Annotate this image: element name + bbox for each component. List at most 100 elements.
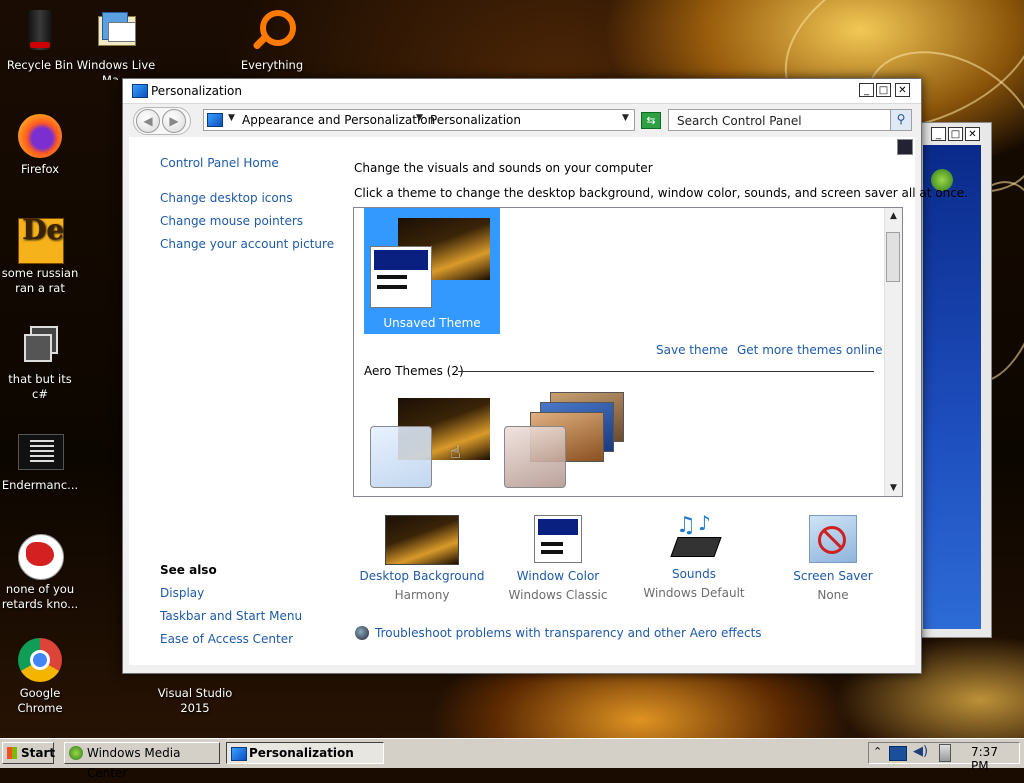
theme-list-scrollbar[interactable]: ▲ ▼ — [884, 208, 902, 496]
firefox-icon — [16, 112, 64, 160]
troubleshoot-link[interactable]: Troubleshoot problems with transparency … — [375, 626, 762, 640]
volume-icon[interactable]: ◀) — [913, 744, 928, 759]
sidebar-change-mouse-pointers[interactable]: Change mouse pointers — [160, 214, 303, 228]
desktop-icon-label: Visual Studio 2015 — [157, 686, 233, 715]
category-value: Windows Default — [643, 586, 745, 600]
close-button[interactable]: ✕ — [965, 127, 980, 141]
sidebar-change-account-picture[interactable]: Change your account picture — [160, 237, 334, 251]
category-name[interactable]: Sounds — [629, 567, 759, 581]
address-bar[interactable]: ▼ Appearance and Personalization ▼ Perso… — [203, 109, 635, 131]
navigation-bar: ◀ ▶ ▼ Appearance and Personalization ▼ P… — [123, 104, 921, 136]
window-content: Control Panel Home Change desktop icons … — [129, 137, 968, 665]
window-titlebar[interactable]: Personalization _ □ ✕ — [123, 79, 921, 104]
media-center-content[interactable] — [923, 145, 981, 629]
close-button[interactable]: ✕ — [895, 83, 910, 97]
aero-divider — [458, 371, 874, 372]
desktop-icon-everything[interactable]: Everything — [232, 8, 312, 73]
clock[interactable]: 7:37 PM — [971, 745, 1019, 773]
desktop-icon-that-but-its-csharp[interactable]: that but its c# — [0, 322, 80, 402]
address-dropdown-icon[interactable]: ▼ — [622, 113, 629, 123]
mouse-cursor-icon: ☝ — [450, 442, 461, 463]
control-panel-icon — [231, 747, 247, 761]
category-sounds[interactable]: ♫ ♪ Sounds Windows Default — [629, 511, 759, 600]
category-name[interactable]: Window Color — [493, 569, 623, 583]
desktop-icon-visual-studio[interactable]: Visual Studio 2015 — [155, 686, 235, 716]
minimize-button[interactable]: _ — [859, 83, 874, 97]
theme-item-unsaved[interactable]: Unsaved Theme — [364, 208, 500, 334]
scroll-down-icon[interactable]: ▼ — [885, 480, 902, 496]
start-label: Start — [21, 746, 56, 760]
see-also-display[interactable]: Display — [160, 586, 204, 600]
search-placeholder: Search Control Panel — [677, 114, 802, 128]
search-icon[interactable]: ⚲ — [890, 110, 911, 130]
maximize-button[interactable]: □ — [876, 83, 891, 97]
breadcrumb-appearance[interactable]: Appearance and Personalization — [242, 113, 435, 127]
battery-icon[interactable] — [939, 744, 951, 762]
windows-flag-icon — [7, 747, 17, 759]
theme-item-windows-7[interactable]: ☝ — [368, 396, 492, 496]
save-theme-link[interactable]: Save theme — [656, 343, 728, 357]
taskbar-button-personalization[interactable]: Personalization — [226, 742, 384, 764]
category-value: None — [817, 588, 849, 602]
breadcrumb-arrow-icon[interactable]: ▼ — [416, 113, 423, 123]
desktop-icon-none-of-you[interactable]: none of you retards kno... — [0, 532, 80, 612]
desktop-icon-label: Firefox — [20, 162, 60, 176]
breadcrumb-personalization[interactable]: Personalization — [430, 113, 521, 127]
troubleshoot-icon — [355, 626, 369, 640]
recycle-bin-icon — [16, 8, 64, 56]
scroll-up-icon[interactable]: ▲ — [885, 208, 902, 224]
desktop-icon-label: some russian ran a rat — [1, 266, 79, 295]
aero-glass-preview — [370, 426, 432, 488]
sidebar-change-desktop-icons[interactable]: Change desktop icons — [160, 191, 293, 205]
search-input[interactable]: Search Control Panel ⚲ — [668, 109, 912, 131]
start-button[interactable]: Start — [2, 742, 56, 764]
mail-icon — [92, 8, 140, 56]
desktop-icon-de[interactable]: De some russian ran a rat — [0, 216, 80, 296]
system-tray: ⌃ ◀) 7:37 PM — [868, 742, 1020, 773]
sidebar-control-panel-home[interactable]: Control Panel Home — [160, 156, 279, 170]
personalization-window[interactable]: Personalization _ □ ✕ ◀ ▶ ▼ Appearance a… — [122, 78, 968, 674]
page-heading: Change the visuals and sounds on your co… — [354, 161, 653, 175]
document-list-icon — [16, 428, 64, 476]
refresh-button[interactable]: ⇆ — [641, 112, 661, 129]
background-window-titlebar[interactable]: _ □ ✕ — [919, 123, 991, 145]
minimize-button[interactable]: _ — [931, 127, 946, 141]
get-more-themes-link[interactable]: Get more themes online — [737, 343, 883, 357]
desktop-background-icon — [385, 515, 459, 565]
magnifier-icon — [248, 8, 296, 56]
category-screen-saver[interactable]: Screen Saver None — [768, 515, 898, 602]
forward-button[interactable]: ▶ — [162, 109, 186, 133]
dragon-icon — [16, 532, 64, 580]
scroll-thumb[interactable] — [886, 232, 900, 282]
control-panel-icon — [207, 113, 223, 127]
category-desktop-background[interactable]: Desktop Background Harmony — [357, 515, 487, 602]
category-name[interactable]: Screen Saver — [768, 569, 898, 583]
help-icon[interactable] — [897, 139, 913, 155]
taskbar-button-label: Windows Media Center — [87, 746, 181, 780]
desktop-icon-recycle-bin[interactable]: Recycle Bin — [0, 8, 80, 73]
desktop-icon-endermanch[interactable]: Endermanc... — [0, 428, 80, 493]
category-window-color[interactable]: Window Color Windows Classic — [493, 515, 623, 602]
aero-glass-preview — [504, 426, 566, 488]
theme-list[interactable]: Unsaved Theme Save theme Get more themes… — [353, 207, 903, 497]
taskbar-button-media-center[interactable]: Windows Media Center — [64, 742, 220, 780]
see-also-ease-of-access[interactable]: Ease of Access Center — [160, 632, 293, 646]
desktop-icon-windows-live-mail[interactable]: Windows Live Ma... — [76, 8, 156, 80]
tray-expand-icon[interactable]: ⌃ — [873, 745, 882, 758]
see-also-taskbar[interactable]: Taskbar and Start Menu — [160, 609, 302, 623]
aero-themes-heading: Aero Themes (2) — [364, 364, 464, 378]
theme-label: Unsaved Theme — [383, 316, 481, 330]
media-center-icon — [69, 746, 83, 760]
theme-item-landscapes[interactable] — [504, 392, 634, 496]
desktop-icon-label: that but its c# — [8, 372, 72, 401]
breadcrumb-arrow-icon[interactable]: ▼ — [228, 113, 235, 123]
maximize-button[interactable]: □ — [948, 127, 963, 141]
desktop-icon-google-chrome[interactable]: Google Chrome — [0, 636, 80, 716]
network-icon[interactable] — [889, 746, 907, 761]
page-description: Click a theme to change the desktop back… — [354, 186, 968, 200]
back-button[interactable]: ◀ — [136, 109, 160, 133]
desktop-icon-label: Recycle Bin — [6, 58, 74, 72]
desktop-icon-firefox[interactable]: Firefox — [0, 112, 80, 177]
category-name[interactable]: Desktop Background — [357, 569, 487, 583]
screen-saver-icon — [809, 515, 857, 563]
